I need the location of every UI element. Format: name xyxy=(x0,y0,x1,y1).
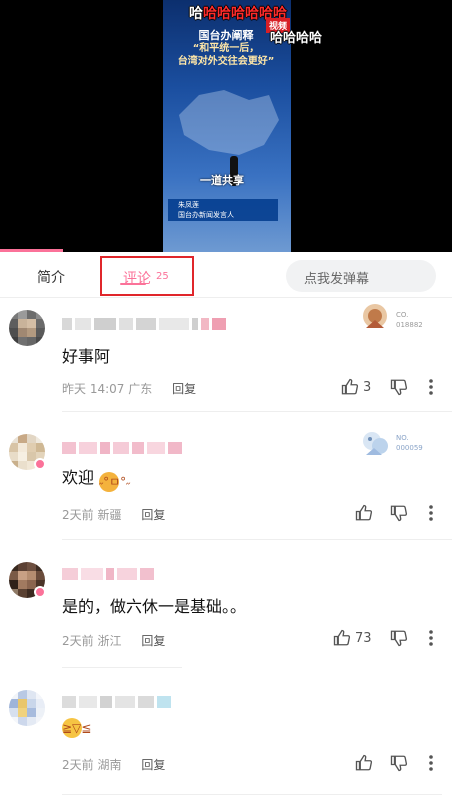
video-headline: 国台办阐释 “和平统一后， 台湾对外交往会更好” xyxy=(166,29,286,68)
avatar[interactable] xyxy=(9,690,45,726)
more-vertical-icon xyxy=(429,505,433,521)
thumb-up-icon xyxy=(341,378,359,395)
reply-button[interactable]: 回复 xyxy=(141,758,165,772)
thumb-down-icon xyxy=(390,505,408,522)
comment-item: NO. 000059 欢迎 ˶°ㅁ°˶ 2天前 新疆 回复 xyxy=(0,420,452,540)
dislike-button[interactable] xyxy=(390,504,408,522)
reply-button[interactable]: 回复 xyxy=(172,382,196,396)
tab-comments-label: 评论 xyxy=(123,271,151,287)
fan-badge-icon xyxy=(363,432,388,455)
dislike-button[interactable] xyxy=(390,629,408,647)
caption-title: 国台办新闻发言人 xyxy=(178,211,234,219)
comment-item: CO. 018882 好事阿 昨天 14:07 广东 回复 3 xyxy=(0,300,452,412)
username-blurred[interactable] xyxy=(62,696,171,708)
thumb-down-icon xyxy=(390,379,408,396)
comment-meta: 2天前 新疆 回复 xyxy=(62,506,165,523)
more-button[interactable] xyxy=(428,754,434,772)
vip-badge-icon xyxy=(34,458,46,470)
comment-item: ≧▽≦ 2天前 湖南 回复 xyxy=(0,676,452,800)
danmaku-placeholder: 点我发弹幕 xyxy=(304,272,370,287)
comment-text: ≧▽≦ xyxy=(62,714,91,738)
comment-text-body: 欢迎 xyxy=(62,468,95,487)
username-blurred[interactable] xyxy=(62,568,154,580)
comment-location: 湖南 xyxy=(97,758,122,772)
laughing-face-icon: ≧▽≦ xyxy=(62,718,91,738)
like-count: 3 xyxy=(363,379,372,395)
fan-badge: NO. 000059 xyxy=(360,428,440,458)
danmaku-right: 哈哈哈哈 xyxy=(270,31,323,46)
avatar[interactable] xyxy=(9,310,45,346)
comment-location: 广东 xyxy=(128,382,153,396)
headline-line2: “和平统一后， xyxy=(192,43,260,54)
like-button[interactable] xyxy=(355,504,377,522)
comment-divider xyxy=(62,667,182,668)
username-blurred[interactable] xyxy=(62,318,226,330)
like-button[interactable]: 73 xyxy=(333,629,372,647)
vip-badge-icon xyxy=(34,586,46,598)
fan-badge-line1: CO. xyxy=(396,311,409,319)
tab-comments[interactable]: 评论 25 xyxy=(100,256,194,296)
comment-location: 浙江 xyxy=(97,634,122,648)
like-button[interactable]: 3 xyxy=(341,378,371,396)
scared-face-icon: ˶°ㅁ°˶ xyxy=(99,472,130,492)
fan-badge-line2: 000059 xyxy=(396,444,423,452)
danmaku-input[interactable]: 点我发弹幕 弹 ✓ xyxy=(286,260,436,292)
dislike-button[interactable] xyxy=(390,754,408,772)
comment-time: 2天前 xyxy=(62,634,94,648)
comment-time: 昨天 14:07 xyxy=(62,382,125,396)
comment-meta: 2天前 浙江 回复 xyxy=(62,632,165,649)
more-button[interactable] xyxy=(428,504,434,522)
fan-badge-line2: 018882 xyxy=(396,321,423,329)
map-background xyxy=(179,90,279,155)
comment-divider xyxy=(62,794,442,795)
thumb-up-icon xyxy=(333,629,351,646)
headline-line3: 台湾对外交往会更好” xyxy=(177,56,275,67)
thumb-up-icon xyxy=(355,754,373,771)
comment-meta: 昨天 14:07 广东 回复 xyxy=(62,380,196,397)
podium-text: 一道共享 xyxy=(200,174,244,187)
more-vertical-icon xyxy=(429,755,433,771)
more-button[interactable] xyxy=(428,629,434,647)
tab-active-indicator xyxy=(120,283,146,285)
comment-text: 好事阿 xyxy=(62,347,111,366)
comment-meta: 2天前 湖南 回复 xyxy=(62,756,165,773)
tab-comments-count: 25 xyxy=(156,271,169,282)
fan-badge-line1: NO. xyxy=(396,434,409,442)
comment-time: 2天前 xyxy=(62,508,94,522)
comment-text: 是的，做六休一是基础。。 xyxy=(62,597,247,616)
like-button[interactable] xyxy=(355,754,377,772)
more-vertical-icon xyxy=(429,630,433,646)
comment-text: 欢迎 ˶°ㅁ°˶ xyxy=(62,464,130,492)
caption-name: 朱凤莲 xyxy=(178,201,199,209)
more-button[interactable] xyxy=(428,378,434,396)
dislike-button[interactable] xyxy=(390,378,408,396)
more-vertical-icon xyxy=(429,379,433,395)
comment-time: 2天前 xyxy=(62,758,94,772)
username-blurred[interactable] xyxy=(62,442,182,454)
thumb-down-icon xyxy=(390,630,408,647)
app-root: 国台办阐释 “和平统一后， 台湾对外交往会更好” 哈哈哈哈哈哈哈 视频 哈哈哈哈… xyxy=(0,0,452,800)
comment-location: 新疆 xyxy=(97,508,122,522)
tab-bar: 简介 评论 25 点我发弹幕 弹 ✓ xyxy=(0,252,452,298)
comment-divider xyxy=(62,539,452,540)
fan-badge: CO. 018882 xyxy=(360,302,440,332)
danmaku-top-prefix: 哈 xyxy=(189,6,203,22)
video-player[interactable]: 国台办阐释 “和平统一后， 台湾对外交往会更好” 哈哈哈哈哈哈哈 视频 哈哈哈哈… xyxy=(0,0,452,252)
comment-item: 是的，做六休一是基础。。 2天前 浙江 回复 73 xyxy=(0,548,452,668)
thumb-down-icon xyxy=(390,755,408,772)
like-count: 73 xyxy=(355,630,372,646)
reply-button[interactable]: 回复 xyxy=(141,508,165,522)
fan-badge-icon xyxy=(363,304,387,328)
thumb-up-icon xyxy=(355,504,373,521)
tab-intro[interactable]: 简介 xyxy=(37,267,65,287)
comment-divider xyxy=(62,411,452,412)
reply-button[interactable]: 回复 xyxy=(141,634,165,648)
